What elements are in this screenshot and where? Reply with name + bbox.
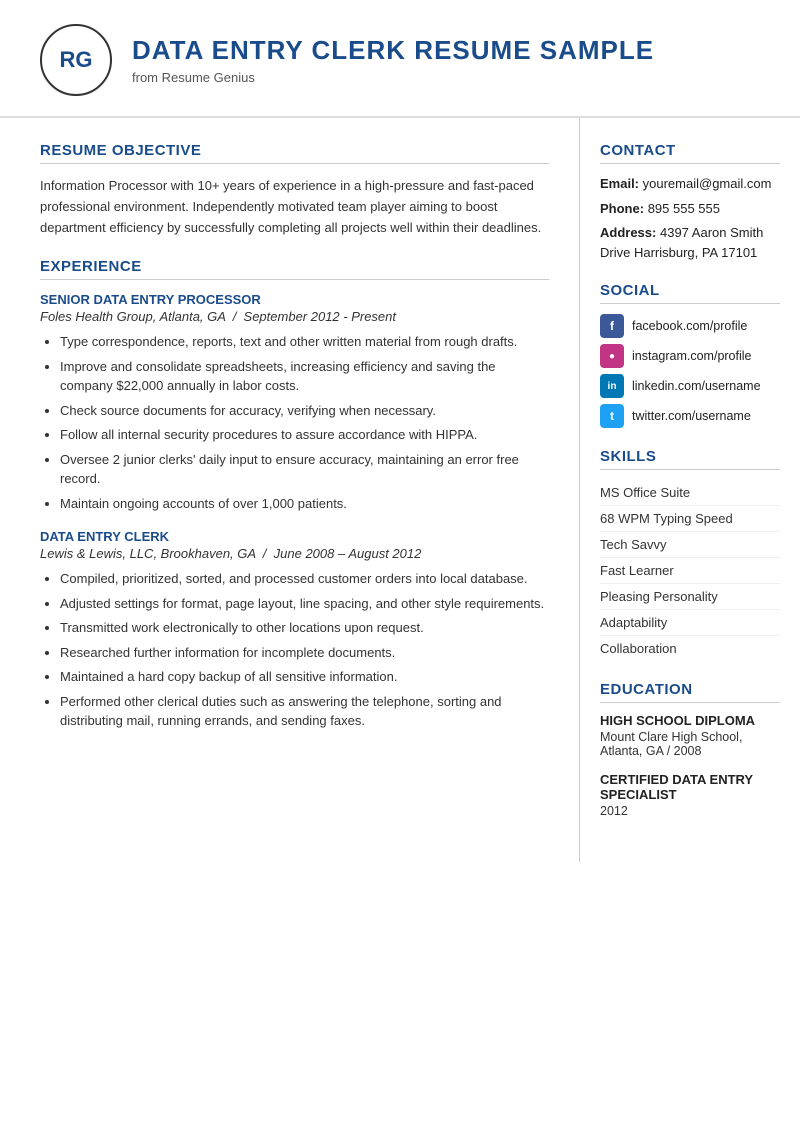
skill-item: Adaptability	[600, 610, 780, 636]
instagram-icon: ●	[600, 344, 624, 368]
bullet: Performed other clerical duties such as …	[60, 692, 549, 731]
contact-phone: Phone: 895 555 555	[600, 199, 780, 219]
skill-item: Pleasing Personality	[600, 584, 780, 610]
job-1-dates: September 2012 - Present	[244, 309, 396, 324]
phone-label: Phone:	[600, 201, 644, 216]
contact-email: Email: youremail@gmail.com	[600, 174, 780, 194]
contact-section: CONTACT Email: youremail@gmail.com Phone…	[600, 142, 780, 262]
objective-text: Information Processor with 10+ years of …	[40, 176, 549, 238]
contact-title: CONTACT	[600, 142, 780, 164]
social-instagram: ● instagram.com/profile	[600, 344, 780, 368]
edu-1-degree: HIGH SCHOOL DIPLOMA	[600, 713, 780, 728]
job-2-bullets: Compiled, prioritized, sorted, and proce…	[40, 569, 549, 731]
job-2-company: Lewis & Lewis, LLC, Brookhaven, GA	[40, 546, 256, 561]
phone-value: 895 555 555	[648, 201, 720, 216]
bullet: Type correspondence, reports, text and o…	[60, 332, 549, 352]
right-column: CONTACT Email: youremail@gmail.com Phone…	[580, 118, 800, 862]
twitter-url: twitter.com/username	[632, 409, 751, 423]
main-content: RESUME OBJECTIVE Information Processor w…	[0, 118, 800, 862]
job-1: SENIOR DATA ENTRY PROCESSOR Foles Health…	[40, 292, 549, 513]
left-column: RESUME OBJECTIVE Information Processor w…	[0, 118, 580, 862]
experience-section: EXPERIENCE SENIOR DATA ENTRY PROCESSOR F…	[40, 258, 549, 731]
edu-1-school: Mount Clare High School, Atlanta, GA / 2…	[600, 730, 780, 758]
bullet: Oversee 2 junior clerks' daily input to …	[60, 450, 549, 489]
header-text: DATA ENTRY CLERK RESUME SAMPLE from Resu…	[132, 35, 654, 85]
skill-item: Fast Learner	[600, 558, 780, 584]
instagram-url: instagram.com/profile	[632, 349, 752, 363]
edu-item-1: HIGH SCHOOL DIPLOMA Mount Clare High Sch…	[600, 713, 780, 758]
skill-item: 68 WPM Typing Speed	[600, 506, 780, 532]
email-value: youremail@gmail.com	[643, 176, 772, 191]
skills-title: SKILLS	[600, 448, 780, 470]
linkedin-url: linkedin.com/username	[632, 379, 761, 393]
job-2-title: DATA ENTRY CLERK	[40, 529, 549, 544]
address-label: Address:	[600, 225, 656, 240]
social-twitter: t twitter.com/username	[600, 404, 780, 428]
job-1-company: Foles Health Group, Atlanta, GA	[40, 309, 225, 324]
resume-title: DATA ENTRY CLERK RESUME SAMPLE	[132, 35, 654, 66]
skills-section: SKILLS MS Office Suite 68 WPM Typing Spe…	[600, 448, 780, 661]
contact-address: Address: 4397 Aaron Smith Drive Harrisbu…	[600, 223, 780, 262]
resume-header: RG DATA ENTRY CLERK RESUME SAMPLE from R…	[0, 0, 800, 118]
edu-item-2: CERTIFIED DATA ENTRY SPECIALIST 2012	[600, 772, 780, 818]
edu-2-year: 2012	[600, 804, 780, 818]
logo-circle: RG	[40, 24, 112, 96]
experience-title: EXPERIENCE	[40, 258, 549, 280]
twitter-icon: t	[600, 404, 624, 428]
bullet: Check source documents for accuracy, ver…	[60, 401, 549, 421]
skill-item: Collaboration	[600, 636, 780, 661]
linkedin-icon: in	[600, 374, 624, 398]
job-1-meta: Foles Health Group, Atlanta, GA / Septem…	[40, 309, 549, 324]
bullet: Adjusted settings for format, page layou…	[60, 594, 549, 614]
bullet: Improve and consolidate spreadsheets, in…	[60, 357, 549, 396]
bullet: Compiled, prioritized, sorted, and proce…	[60, 569, 549, 589]
social-title: SOCIAL	[600, 282, 780, 304]
facebook-url: facebook.com/profile	[632, 319, 747, 333]
job-1-bullets: Type correspondence, reports, text and o…	[40, 332, 549, 513]
bullet: Maintain ongoing accounts of over 1,000 …	[60, 494, 549, 514]
bullet: Researched further information for incom…	[60, 643, 549, 663]
bullet: Maintained a hard copy backup of all sen…	[60, 667, 549, 687]
social-facebook: f facebook.com/profile	[600, 314, 780, 338]
education-title: EDUCATION	[600, 681, 780, 703]
social-section: SOCIAL f facebook.com/profile ● instagra…	[600, 282, 780, 428]
resume-subtitle: from Resume Genius	[132, 70, 654, 85]
bullet: Transmitted work electronically to other…	[60, 618, 549, 638]
education-section: EDUCATION HIGH SCHOOL DIPLOMA Mount Clar…	[600, 681, 780, 818]
objective-section: RESUME OBJECTIVE Information Processor w…	[40, 142, 549, 238]
facebook-icon: f	[600, 314, 624, 338]
job-2: DATA ENTRY CLERK Lewis & Lewis, LLC, Bro…	[40, 529, 549, 731]
job-1-title: SENIOR DATA ENTRY PROCESSOR	[40, 292, 549, 307]
job-2-meta: Lewis & Lewis, LLC, Brookhaven, GA / Jun…	[40, 546, 549, 561]
skill-item: MS Office Suite	[600, 480, 780, 506]
objective-title: RESUME OBJECTIVE	[40, 142, 549, 164]
job-2-dates: June 2008 – August 2012	[274, 546, 422, 561]
social-linkedin: in linkedin.com/username	[600, 374, 780, 398]
logo-text: RG	[60, 47, 93, 73]
email-label: Email:	[600, 176, 639, 191]
skill-item: Tech Savvy	[600, 532, 780, 558]
edu-2-degree: CERTIFIED DATA ENTRY SPECIALIST	[600, 772, 780, 802]
bullet: Follow all internal security procedures …	[60, 425, 549, 445]
